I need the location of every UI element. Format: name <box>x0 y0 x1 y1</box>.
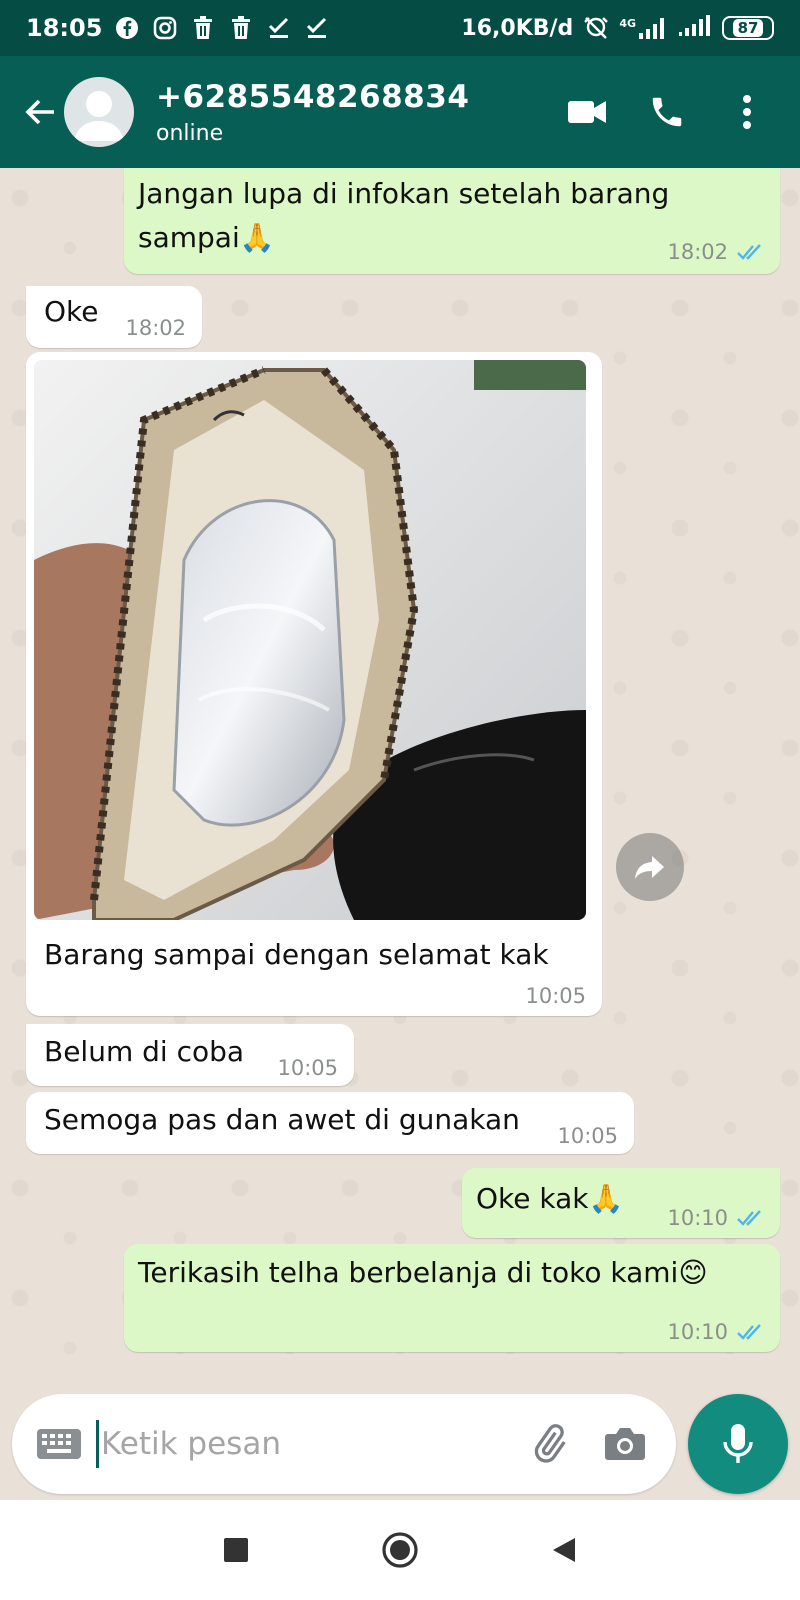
circle-icon <box>382 1532 418 1568</box>
message-outgoing[interactable]: Terikasih telha berbelanja di toko kami😊… <box>124 1244 780 1352</box>
forward-button[interactable] <box>616 833 684 901</box>
message-time: 10:10 <box>667 1320 728 1344</box>
status-time: 18:05 <box>26 14 103 42</box>
message-text: Terikasih telha berbelanja di toko kami😊 <box>138 1256 708 1289</box>
alarm-off-icon <box>583 15 609 41</box>
avatar[interactable] <box>64 77 134 147</box>
read-receipt-icon <box>737 1324 761 1340</box>
message-text: Belum di coba <box>44 1035 245 1068</box>
contact-info[interactable]: +6285548268834 online <box>156 79 469 146</box>
contact-status: online <box>156 120 224 146</box>
message-time: 10:10 <box>667 1206 728 1230</box>
photo-caption: Barang sampai dengan selamat kak <box>44 938 549 971</box>
back-nav-button[interactable] <box>542 1528 586 1572</box>
phone-icon <box>652 97 682 127</box>
message-text: Oke kak🙏 <box>476 1182 624 1215</box>
network-speed: 16,0KB/d <box>461 15 574 41</box>
triangle-back-icon <box>553 1538 575 1562</box>
video-call-button[interactable] <box>562 87 612 137</box>
mic-icon <box>723 1424 753 1463</box>
message-time: 18:02 <box>125 316 186 340</box>
signal-icon: 4G <box>619 17 668 39</box>
message-time: 10:05 <box>277 1056 338 1080</box>
message-text: Oke <box>44 295 99 328</box>
message-text: Semoga pas dan awet di gunakan <box>44 1103 520 1136</box>
check-icon <box>266 15 292 41</box>
attach-icon <box>534 1424 566 1463</box>
text-caret <box>96 1420 99 1468</box>
message-incoming[interactable]: Belum di coba 10:05 <box>26 1024 354 1086</box>
message-text: Jangan lupa di infokan setelah barang sa… <box>138 177 670 254</box>
avatar-icon <box>74 91 124 141</box>
system-nav-bar <box>0 1500 800 1600</box>
more-options-button[interactable] <box>722 87 772 137</box>
camera-button[interactable] <box>600 1419 650 1469</box>
forward-icon <box>635 856 664 879</box>
message-incoming-image[interactable]: Barang sampai dengan selamat kak 10:05 <box>26 352 602 1016</box>
facebook-icon <box>114 15 140 41</box>
battery-icon: 87 <box>722 16 774 40</box>
trash-icon <box>228 15 254 41</box>
message-incoming[interactable]: Semoga pas dan awet di gunakan 10:05 <box>26 1092 634 1154</box>
attach-button[interactable] <box>524 1419 574 1469</box>
check-icon <box>304 15 330 41</box>
voice-call-button[interactable] <box>642 87 692 137</box>
back-button[interactable] <box>10 72 70 152</box>
message-time: 10:05 <box>525 984 586 1008</box>
contact-name: +6285548268834 <box>156 78 470 115</box>
home-button[interactable] <box>378 1528 422 1572</box>
network-type: 4G <box>619 17 636 30</box>
status-bar: 18:05 16,0KB/d 4G 87 <box>0 0 800 56</box>
read-receipt-icon <box>737 244 761 260</box>
message-outgoing[interactable]: Jangan lupa di infokan setelah barang sa… <box>124 168 780 274</box>
read-receipt-icon <box>737 1210 761 1226</box>
message-input-container[interactable] <box>12 1394 676 1494</box>
message-time: 18:02 <box>667 240 728 264</box>
message-photo[interactable] <box>34 360 586 920</box>
voice-record-button[interactable] <box>688 1394 788 1494</box>
message-composer <box>0 1390 800 1500</box>
keyboard-button[interactable] <box>34 1424 84 1464</box>
package-photo-image <box>34 360 586 920</box>
recents-button[interactable] <box>214 1528 258 1572</box>
video-call-icon <box>568 101 606 123</box>
camera-icon <box>605 1428 645 1460</box>
message-time: 10:05 <box>557 1124 618 1148</box>
battery-level: 87 <box>732 19 764 37</box>
message-incoming[interactable]: Oke 18:02 <box>26 286 202 348</box>
square-icon <box>224 1538 248 1562</box>
more-vert-icon <box>743 95 751 129</box>
chat-header: +6285548268834 online <box>0 56 800 168</box>
message-outgoing[interactable]: Oke kak🙏 10:10 <box>462 1168 780 1238</box>
trash-icon <box>190 15 216 41</box>
instagram-icon <box>152 15 178 41</box>
back-arrow-icon <box>25 99 54 125</box>
chat-area[interactable]: Jangan lupa di infokan setelah barang sa… <box>0 168 800 1390</box>
keyboard-icon <box>37 1429 81 1459</box>
message-input[interactable] <box>101 1426 501 1462</box>
signal-icon <box>678 14 712 42</box>
